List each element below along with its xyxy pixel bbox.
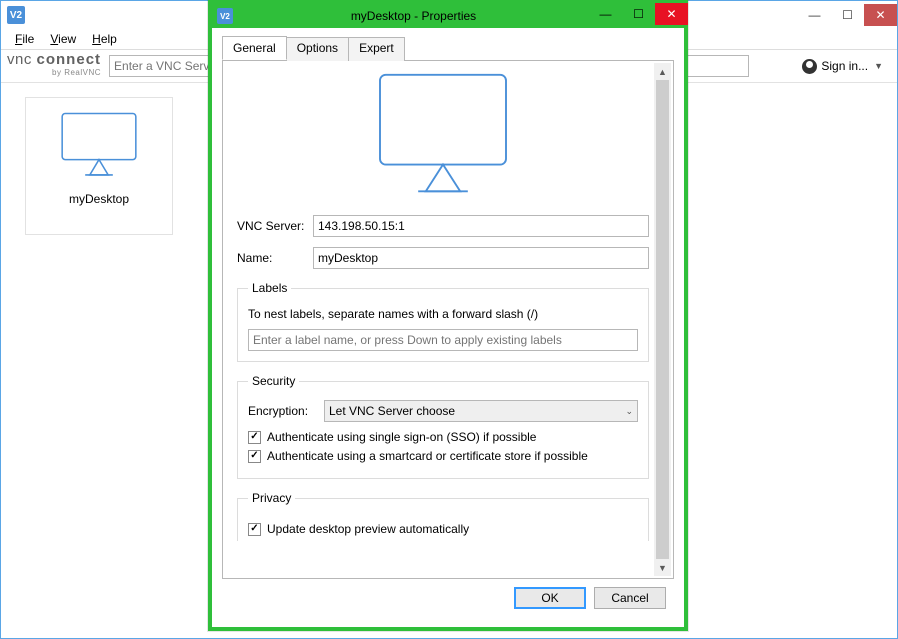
encryption-select[interactable]: Let VNC Server choose ⌄ [324, 400, 638, 422]
monitor-icon [376, 71, 510, 197]
app-icon: V2 [7, 6, 25, 24]
main-maximize-button[interactable]: ☐ [831, 4, 864, 26]
scroll-content: VNC Server: Name: Labels To nest labels,… [237, 71, 649, 568]
menu-view[interactable]: View [44, 30, 82, 48]
sign-in-button[interactable]: Sign in... ▼ [794, 57, 891, 76]
privacy-legend: Privacy [248, 491, 295, 505]
checkbox-icon: ✓ [248, 450, 261, 463]
scroll-thumb[interactable] [656, 80, 669, 559]
name-input[interactable] [313, 247, 649, 269]
main-minimize-button[interactable]: — [798, 4, 831, 26]
encryption-label: Encryption: [248, 404, 324, 418]
connection-card[interactable]: myDesktop [25, 97, 173, 235]
dialog-title: myDesktop - Properties [238, 9, 589, 23]
tab-strip: General Options Expert [222, 37, 674, 61]
dialog-body: General Options Expert VNC Server: Name: [212, 28, 684, 627]
brand-logo: vnc connect by RealVNC [7, 52, 101, 80]
tab-general[interactable]: General [222, 36, 287, 60]
properties-dialog: V2 myDesktop - Properties — ☐ ✕ General … [208, 0, 688, 631]
dialog-window-controls: — ☐ ✕ [589, 3, 688, 25]
main-close-button[interactable]: ✕ [864, 4, 897, 26]
tab-expert[interactable]: Expert [348, 37, 405, 61]
labels-legend: Labels [248, 281, 291, 295]
chevron-down-icon: ▼ [874, 61, 883, 71]
main-window-controls: — ☐ ✕ [798, 4, 897, 26]
row-vnc-server: VNC Server: [237, 215, 649, 237]
name-label: Name: [237, 251, 313, 265]
tab-panel-general: VNC Server: Name: Labels To nest labels,… [222, 60, 674, 579]
vertical-scrollbar[interactable]: ▲ ▼ [654, 63, 671, 576]
monitor-icon [53, 112, 145, 178]
menu-help[interactable]: Help [86, 30, 123, 48]
vnc-server-input[interactable] [313, 215, 649, 237]
dialog-close-button[interactable]: ✕ [655, 3, 688, 25]
tab-options[interactable]: Options [286, 37, 349, 61]
labels-input[interactable] [248, 329, 638, 351]
privacy-group: Privacy ✓ Update desktop preview automat… [237, 491, 649, 541]
security-group: Security Encryption: Let VNC Server choo… [237, 374, 649, 479]
dialog-button-row: OK Cancel [222, 587, 666, 609]
chevron-down-icon: ⌄ [625, 406, 633, 417]
dialog-minimize-button[interactable]: — [589, 3, 622, 25]
scroll-up-icon[interactable]: ▲ [654, 63, 671, 80]
menu-file[interactable]: File [9, 30, 40, 48]
preview-checkbox-row[interactable]: ✓ Update desktop preview automatically [248, 522, 638, 536]
cancel-button[interactable]: Cancel [594, 587, 666, 609]
connection-label: myDesktop [69, 192, 129, 206]
row-name: Name: [237, 247, 649, 269]
labels-hint: To nest labels, separate names with a fo… [248, 307, 638, 321]
scroll-down-icon[interactable]: ▼ [654, 559, 671, 576]
vnc-server-label: VNC Server: [237, 219, 313, 233]
checkbox-icon: ✓ [248, 431, 261, 444]
ok-button[interactable]: OK [514, 587, 586, 609]
smartcard-checkbox-row[interactable]: ✓ Authenticate using a smartcard or cert… [248, 449, 638, 463]
checkbox-icon: ✓ [248, 523, 261, 536]
avatar-icon [802, 59, 817, 74]
dialog-titlebar[interactable]: V2 myDesktop - Properties — ☐ ✕ [212, 4, 684, 28]
dialog-maximize-button[interactable]: ☐ [622, 3, 655, 25]
security-legend: Security [248, 374, 299, 388]
dialog-app-icon: V2 [217, 8, 233, 24]
sso-checkbox-row[interactable]: ✓ Authenticate using single sign-on (SSO… [248, 430, 638, 444]
labels-group: Labels To nest labels, separate names wi… [237, 281, 649, 362]
